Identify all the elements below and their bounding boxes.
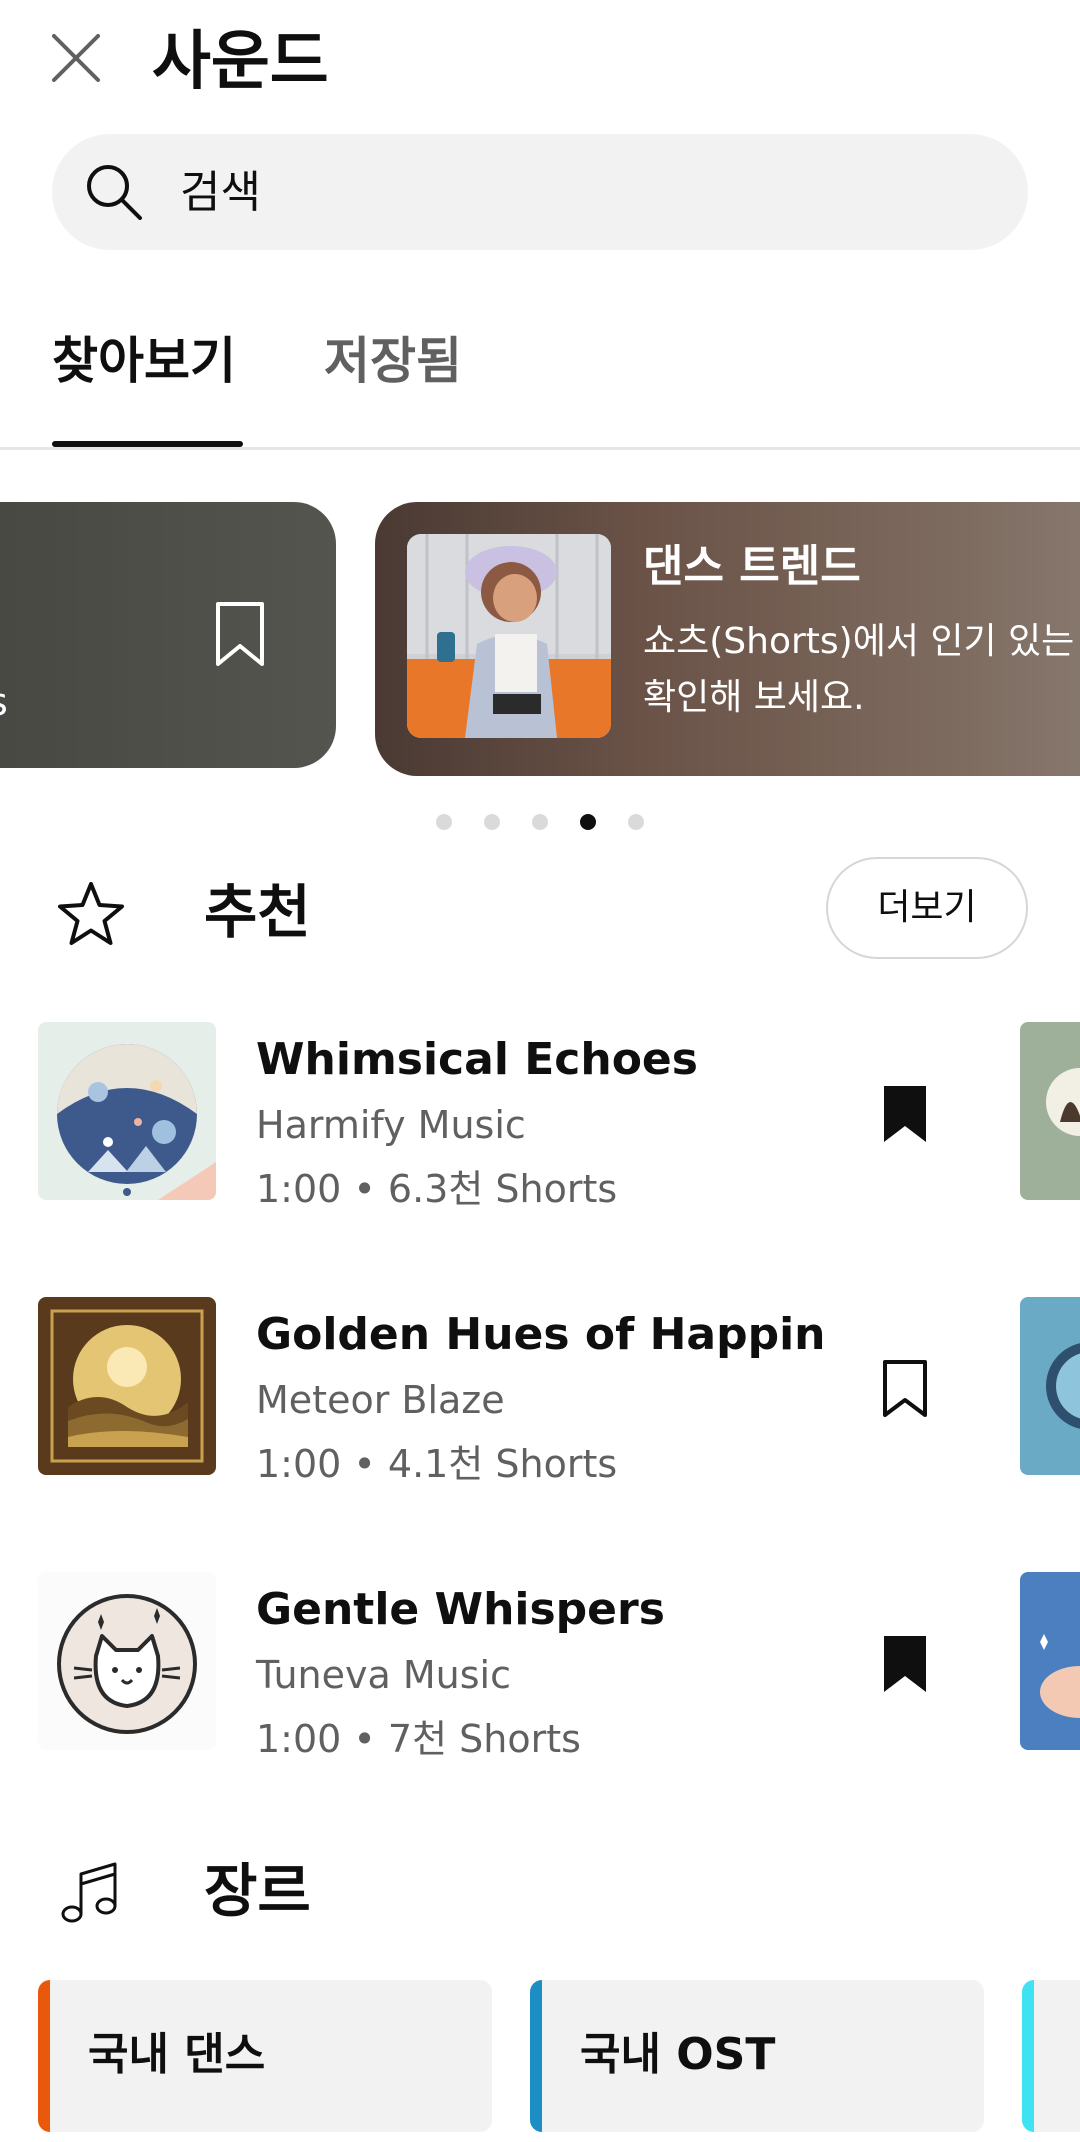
more-button[interactable]: 더보기 [826,857,1028,959]
search-bar[interactable] [52,134,1028,250]
carousel-dot[interactable] [532,814,548,830]
genre-title: 장르 [204,1857,311,1925]
track-row[interactable]: Golden Hues of Happine… Meteor Blaze 1:0… [0,1297,1080,1487]
track-artist: Meteor Blaze [256,1378,505,1422]
track-meta: 1:00 • 7천 Shorts [256,1717,581,1761]
bookmark-filled-icon[interactable] [880,1634,930,1694]
carousel-dot[interactable] [436,814,452,830]
carousel-card-description: 쇼츠(Shorts)에서 인기 있는 음악을 확인해 보세요. [643,621,1080,718]
genre-section-header: 장르 [0,1836,1080,1946]
genre-label: 국내 댄스 [88,2029,266,2080]
next-column-album-art [1020,1022,1080,1200]
track-album-art [38,1297,216,1475]
genre-color-bar [38,1980,50,2132]
bookmark-outline-icon[interactable] [880,1359,930,1419]
carousel-card-previous-text: s [0,680,8,724]
genre-chip-korean-dance[interactable]: 국내 댄스 [38,1980,492,2132]
track-album-art [38,1022,216,1200]
featured-carousel[interactable]: s 댄스 트렌드 쇼츠(Shorts) [0,502,1080,776]
close-icon [52,34,100,82]
next-column-album-art [1020,1572,1080,1750]
track-title: Whimsical Echoes [256,1034,698,1085]
tab-bar: 찾아보기 저장됨 [0,300,1080,450]
genre-color-bar [530,1980,542,2132]
track-meta: 1:00 • 6.3천 Shorts [256,1167,618,1211]
search-icon [87,165,142,220]
carousel-card-title: 댄스 트렌드 [643,541,861,592]
track-artist: Harmify Music [256,1103,526,1147]
search-input[interactable] [180,134,980,250]
genre-list: 국내 댄스 국내 OST [0,1980,1080,2132]
music-note-icon [61,1862,117,1923]
carousel-dot[interactable] [484,814,500,830]
carousel-pagination [0,814,1080,834]
carousel-card-dance-trend[interactable]: 댄스 트렌드 쇼츠(Shorts)에서 인기 있는 음악을 확인해 보세요. [375,502,1080,776]
carousel-dot[interactable] [628,814,644,830]
track-row[interactable]: Whimsical Echoes Harmify Music 1:00 • 6.… [0,1022,1080,1212]
genre-chip-partial[interactable] [1022,1980,1080,2132]
tab-indicator [52,441,243,447]
track-row[interactable]: Gentle Whispers Tuneva Music 1:00 • 7천 S… [0,1572,1080,1762]
header: 사운드 [0,0,1080,130]
carousel-card-thumbnail [407,534,611,738]
genre-color-bar [1022,1980,1034,2132]
genre-chip-korean-ost[interactable]: 국내 OST [530,1980,984,2132]
tab-browse[interactable]: 찾아보기 [52,326,236,396]
recommended-section-header: 추천 더보기 [0,857,1080,967]
track-meta: 1:00 • 4.1천 Shorts [256,1442,618,1486]
track-album-art [38,1572,216,1750]
bookmark-outline-icon[interactable] [212,600,268,670]
recommended-title: 추천 [204,878,311,946]
star-outline-icon [58,882,124,945]
bookmark-filled-icon[interactable] [880,1084,930,1144]
carousel-dot-active[interactable] [580,814,596,830]
track-title: Gentle Whispers [256,1584,665,1635]
track-artist: Tuneva Music [256,1653,511,1697]
carousel-card-previous[interactable]: s [0,502,336,768]
page-title: 사운드 [152,25,329,99]
next-column-album-art [1020,1297,1080,1475]
close-button[interactable] [44,26,108,90]
genre-label: 국내 OST [580,2029,776,2080]
tab-saved[interactable]: 저장됨 [324,326,462,396]
track-title: Golden Hues of Happine… [256,1309,826,1360]
